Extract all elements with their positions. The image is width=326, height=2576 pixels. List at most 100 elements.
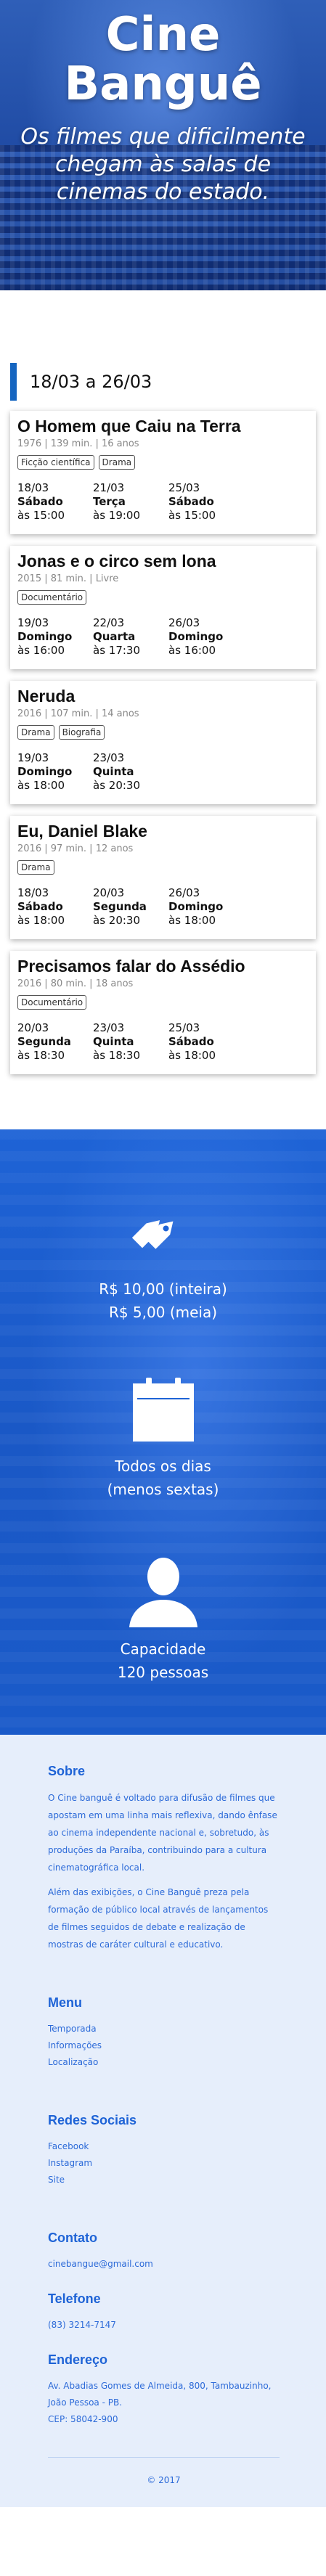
session: 18/03 Sábado às 15:00 bbox=[17, 481, 93, 523]
session-date: 25/03 bbox=[168, 1021, 200, 1034]
session-time: às 18:00 bbox=[17, 779, 65, 792]
address-heading: Endereço bbox=[48, 2352, 108, 2367]
social-link-facebook[interactable]: Facebook bbox=[48, 2138, 280, 2155]
session-day: Quinta bbox=[93, 1035, 134, 1048]
genre-list: Ficção científica Drama bbox=[17, 455, 309, 470]
session: 18/03 Sábado às 18:00 bbox=[17, 886, 93, 928]
about-paragraph: O Cine banguê é voltado para difusão de … bbox=[48, 1793, 277, 1873]
genre-tag: Documentário bbox=[17, 995, 87, 1010]
price-info: R$ 10,00 (inteira) R$ 5,00 (meia) bbox=[0, 1195, 326, 1324]
genre-tag: Ficção científica bbox=[17, 455, 94, 470]
movie-meta: 2016 | 80 min. | 18 anos bbox=[17, 978, 134, 989]
session-time: às 18:00 bbox=[17, 914, 65, 927]
session-day: Domingo bbox=[168, 900, 224, 913]
session-day: Quarta bbox=[93, 630, 136, 643]
genre-tag: Drama bbox=[17, 860, 54, 875]
price-tag-icon bbox=[131, 1220, 173, 1249]
menu-link-informacoes[interactable]: Informações bbox=[48, 2037, 280, 2054]
movie-meta: 1976 | 139 min. | 16 anos bbox=[17, 438, 139, 449]
address-line: CEP: 58042-900 bbox=[48, 2414, 118, 2424]
about-heading: Sobre bbox=[48, 1764, 86, 1778]
session: 21/03 Terça às 19:00 bbox=[93, 481, 168, 523]
session-day: Terça bbox=[93, 495, 126, 508]
session-date: 23/03 bbox=[93, 751, 125, 764]
site-tagline: Os filmes que dificilmente chegam às sal… bbox=[20, 124, 306, 205]
session-time: às 15:00 bbox=[17, 509, 65, 522]
session: 26/03 Domingo às 18:00 bbox=[168, 886, 244, 928]
session-date: 25/03 bbox=[168, 481, 200, 494]
session-list: 19/03 Domingo às 16:00 22/03 Quarta às 1… bbox=[17, 616, 309, 658]
contact-section: Contato cinebangue@gmail.com bbox=[48, 2231, 280, 2273]
session-list: 19/03 Domingo às 18:00 23/03 Quinta às 2… bbox=[17, 751, 309, 793]
person-icon bbox=[129, 1558, 197, 1627]
session-date: 23/03 bbox=[93, 1021, 125, 1034]
session-day: Domingo bbox=[17, 630, 73, 643]
site-title: Cine Banguê bbox=[0, 0, 326, 109]
week-label: 18/03 a 26/03 bbox=[30, 372, 152, 392]
movie-meta: 2016 | 107 min. | 14 anos bbox=[17, 708, 139, 719]
genre-list: Documentário bbox=[17, 995, 309, 1010]
genre-tag: Biografia bbox=[58, 725, 105, 740]
address-line: João Pessoa - PB. bbox=[48, 2397, 123, 2408]
session-date: 18/03 bbox=[17, 481, 49, 494]
session-list: 20/03 Segunda às 18:30 23/03 Quinta às 1… bbox=[17, 1021, 309, 1063]
phone-number: (83) 3214-7147 bbox=[48, 2320, 116, 2330]
session-day: Quinta bbox=[93, 765, 134, 778]
genre-tag: Documentário bbox=[17, 590, 87, 605]
session-date: 22/03 bbox=[93, 616, 125, 629]
about-paragraph: Além das exibições, o Cine Banguê preza … bbox=[48, 1887, 269, 1950]
capacity-info: Capacidade 120 pessoas bbox=[0, 1552, 326, 1684]
site-title-line2: Banguê bbox=[64, 57, 262, 111]
days-line2: (menos sextas) bbox=[107, 1481, 219, 1498]
info-section: R$ 10,00 (inteira) R$ 5,00 (meia) Todos … bbox=[0, 1129, 326, 1735]
movie-card: Eu, Daniel Blake 2016 | 97 min. | 12 ano… bbox=[10, 816, 316, 939]
capacity-value: 120 pessoas bbox=[117, 1664, 209, 1681]
genre-list: Drama Biografia bbox=[17, 725, 309, 740]
session: 20/03 Segunda às 18:30 bbox=[17, 1021, 93, 1063]
session-day: Sábado bbox=[168, 1035, 214, 1048]
session: 25/03 Sábado às 18:00 bbox=[168, 1021, 244, 1063]
menu-link-temporada[interactable]: Temporada bbox=[48, 2021, 280, 2037]
session-list: 18/03 Sábado às 18:00 20/03 Segunda às 2… bbox=[17, 886, 309, 928]
movie-card: Jonas e o circo sem lona 2015 | 81 min. … bbox=[10, 546, 316, 669]
session-list: 18/03 Sábado às 15:00 21/03 Terça às 19:… bbox=[17, 481, 309, 523]
menu-section: Menu Temporada Informações Localização bbox=[48, 1995, 280, 2071]
session-time: às 18:00 bbox=[168, 914, 216, 927]
session-time: às 16:00 bbox=[168, 644, 216, 657]
week-header: 18/03 a 26/03 bbox=[10, 363, 316, 401]
calendar-icon bbox=[132, 1378, 194, 1442]
hero-banner: Cine Banguê Os filmes que dificilmente c… bbox=[0, 0, 326, 290]
genre-list: Drama bbox=[17, 860, 309, 875]
menu-link-localizacao[interactable]: Localização bbox=[48, 2054, 280, 2071]
site-footer: Sobre O Cine banguê é voltado para difus… bbox=[0, 1735, 326, 2507]
movie-title: O Homem que Caiu na Terra bbox=[17, 417, 241, 436]
movie-meta: 2016 | 97 min. | 12 anos bbox=[17, 843, 134, 854]
genre-tag: Drama bbox=[98, 455, 136, 470]
movie-title: Neruda bbox=[17, 687, 76, 706]
movie-card: O Homem que Caiu na Terra 1976 | 139 min… bbox=[10, 411, 316, 534]
social-link-instagram[interactable]: Instagram bbox=[48, 2155, 280, 2172]
session-day: Domingo bbox=[168, 630, 224, 643]
price-full: R$ 10,00 (inteira) bbox=[99, 1280, 227, 1298]
session: 19/03 Domingo às 18:00 bbox=[17, 751, 93, 793]
social-section: Redes Sociais Facebook Instagram Site bbox=[48, 2113, 280, 2188]
session-time: às 18:30 bbox=[17, 1049, 65, 1062]
genre-list: Documentário bbox=[17, 590, 309, 605]
menu-heading: Menu bbox=[48, 1995, 82, 2010]
contact-email-link[interactable]: cinebangue@gmail.com bbox=[48, 2256, 280, 2273]
session: 23/03 Quinta às 18:30 bbox=[93, 1021, 168, 1063]
days-info: Todos os dias (menos sextas) bbox=[0, 1375, 326, 1501]
movie-title: Precisamos falar do Assédio bbox=[17, 957, 245, 976]
session-day: Sábado bbox=[17, 495, 63, 508]
session-time: às 15:00 bbox=[168, 509, 216, 522]
movie-title: Eu, Daniel Blake bbox=[17, 822, 147, 841]
movie-meta: 2015 | 81 min. | Livre bbox=[17, 573, 119, 584]
social-link-site[interactable]: Site bbox=[48, 2172, 280, 2188]
session-date: 26/03 bbox=[168, 886, 200, 899]
session: 26/03 Domingo às 16:00 bbox=[168, 616, 244, 658]
phone-heading: Telefone bbox=[48, 2291, 101, 2306]
session-time: às 18:00 bbox=[168, 1049, 216, 1062]
session: 22/03 Quarta às 17:30 bbox=[93, 616, 168, 658]
movie-card: Neruda 2016 | 107 min. | 14 anos Drama B… bbox=[10, 681, 316, 804]
session-time: às 17:30 bbox=[93, 644, 141, 657]
